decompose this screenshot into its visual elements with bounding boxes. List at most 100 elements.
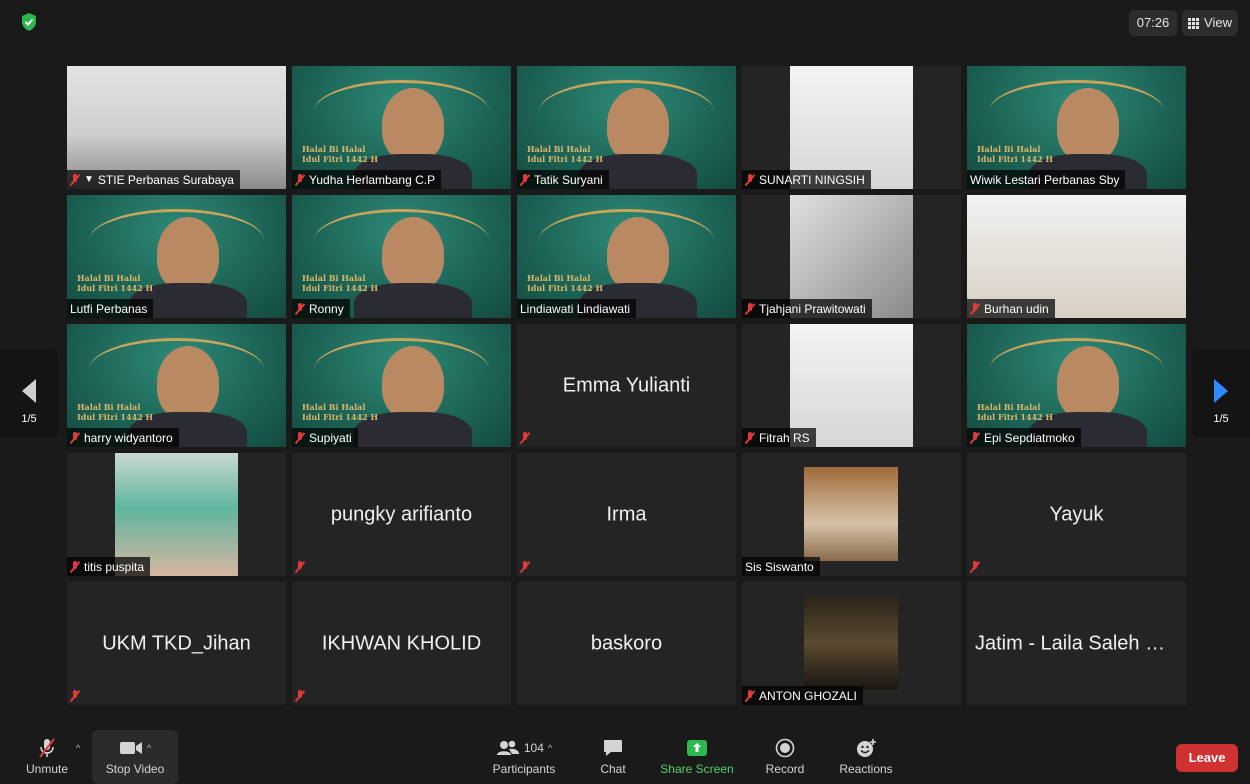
record-icon: [775, 738, 795, 758]
gallery-grid: ▼STIE Perbanas Surabaya Yudha Herlambang …: [67, 66, 1186, 707]
participant-display-name: Yayuk: [1049, 503, 1104, 525]
participant-name-tag: ANTON GHOZALI: [742, 686, 863, 705]
participant-name: Lutfi Perbanas: [70, 301, 148, 316]
participant-tile[interactable]: pungky arifianto: [292, 453, 511, 576]
stop-video-button[interactable]: ^ Stop Video: [92, 730, 178, 784]
participants-button[interactable]: 104 ^ Participants: [476, 730, 572, 784]
chat-label: Chat: [600, 762, 626, 776]
participant-name-tag: Lindiawati Lindiawati: [517, 299, 637, 318]
participant-figure: [607, 88, 669, 162]
participant-body: [354, 412, 472, 447]
participant-name-tag: titis puspita: [67, 557, 151, 576]
participant-display-name: Jatim - Laila Saleh M...: [975, 632, 1179, 654]
share-screen-button[interactable]: Share Screen: [656, 730, 738, 784]
participant-name-tag: Tatik Suryani: [517, 170, 609, 189]
participant-name: harry widyantoro: [84, 430, 173, 445]
record-button[interactable]: Record: [758, 730, 812, 784]
participant-name-tag: Burhan udin: [967, 299, 1055, 318]
participant-status: [517, 428, 536, 447]
participant-figure: [157, 346, 219, 420]
participant-name: Tatik Suryani: [534, 172, 603, 187]
view-button[interactable]: View: [1182, 10, 1238, 36]
participant-name-tag: harry widyantoro: [67, 428, 179, 447]
reactions-label: Reactions: [839, 762, 893, 776]
microphone-muted-icon: [295, 560, 305, 573]
participant-tile[interactable]: Jatim - Laila Saleh M...: [967, 582, 1186, 705]
participant-tile[interactable]: Lutfi Perbanas: [67, 195, 286, 318]
next-page-button[interactable]: 1/5: [1192, 349, 1250, 437]
participant-name: SUNARTI NINGSIH: [759, 172, 865, 187]
microphone-muted-icon: [520, 173, 530, 186]
emoji-reaction-icon: [857, 739, 876, 757]
unmute-button[interactable]: Unmute: [20, 730, 74, 784]
participant-tile[interactable]: Supiyati: [292, 324, 511, 447]
microphone-muted-icon: [70, 560, 80, 573]
participant-name-tag: Fitrah RS: [742, 428, 816, 447]
microphone-muted-icon: [520, 560, 530, 573]
participant-tile[interactable]: Tjahjani Prawitowati: [742, 195, 961, 318]
chat-button[interactable]: Chat: [590, 730, 636, 784]
previous-page-button[interactable]: 1/5: [0, 349, 58, 437]
participant-tile[interactable]: Emma Yulianti: [517, 324, 736, 447]
participant-tile[interactable]: Yudha Herlambang C.P: [292, 66, 511, 189]
participant-video-feed: [804, 467, 898, 561]
microphone-muted-icon: [39, 738, 55, 758]
participant-tile[interactable]: Lindiawati Lindiawati: [517, 195, 736, 318]
participant-figure: [157, 217, 219, 291]
participant-status: [292, 557, 311, 576]
participant-figure: [1057, 346, 1119, 420]
participant-name: Burhan udin: [984, 301, 1049, 316]
participant-name: Ronny: [309, 301, 344, 316]
participant-tile[interactable]: baskoro: [517, 582, 736, 705]
participant-tile[interactable]: ▼ STIE Perbanas Surabaya: [67, 66, 286, 189]
participant-figure: [382, 217, 444, 291]
participant-tile[interactable]: harry widyantoro: [67, 324, 286, 447]
page-indicator-left: 1/5: [21, 413, 37, 425]
participant-name-tag: Lutfi Perbanas: [67, 299, 154, 318]
participant-figure: [607, 217, 669, 291]
participant-status: [517, 557, 536, 576]
chevron-up-icon[interactable]: ^: [147, 743, 151, 753]
participant-tile[interactable]: Irma: [517, 453, 736, 576]
participant-name: Lindiawati Lindiawati: [520, 301, 631, 316]
participant-name-tag: Wiwik Lestari Perbanas Sby: [967, 170, 1126, 189]
participant-status: [67, 686, 86, 705]
microphone-muted-icon: [70, 173, 80, 186]
participant-tile[interactable]: Tatik Suryani: [517, 66, 736, 189]
participant-tile[interactable]: UKM TKD_Jihan: [67, 582, 286, 705]
participant-display-name: IKHWAN KHOLID: [321, 632, 482, 654]
arrow-right-icon: [1214, 379, 1228, 403]
participant-status: [967, 557, 986, 576]
participant-tile[interactable]: Wiwik Lestari Perbanas Sby: [967, 66, 1186, 189]
chevron-up-icon[interactable]: ^: [548, 743, 552, 753]
participant-display-name: pungky arifianto: [330, 503, 473, 525]
view-button-label: View: [1204, 15, 1232, 30]
pin-icon: ▼: [84, 174, 94, 185]
participant-tile[interactable]: Epi Sepdiatmoko: [967, 324, 1186, 447]
participant-name-tag: ▼ STIE Perbanas Surabaya: [67, 170, 240, 189]
unmute-label: Unmute: [25, 762, 69, 776]
participant-video-feed: [804, 596, 898, 690]
chat-bubble-icon: [604, 740, 622, 756]
participant-tile[interactable]: Ronny: [292, 195, 511, 318]
participant-figure: [1057, 88, 1119, 162]
participant-tile[interactable]: Sis Siswanto: [742, 453, 961, 576]
stop-video-label: Stop Video: [105, 762, 165, 776]
leave-button[interactable]: Leave: [1176, 744, 1238, 772]
participant-tile[interactable]: IKHWAN KHOLID: [292, 582, 511, 705]
participant-tile[interactable]: Fitrah RS: [742, 324, 961, 447]
participant-tile[interactable]: Yayuk: [967, 453, 1186, 576]
participants-label: Participants: [492, 762, 556, 776]
audio-options-caret[interactable]: ^: [70, 730, 86, 784]
reactions-button[interactable]: Reactions: [834, 730, 898, 784]
participant-display-name: Irma: [606, 503, 647, 525]
security-shield-icon[interactable]: [20, 12, 38, 32]
microphone-muted-icon: [745, 302, 755, 315]
participant-tile[interactable]: titis puspita: [67, 453, 286, 576]
participant-tile[interactable]: SUNARTI NINGSIH: [742, 66, 961, 189]
microphone-muted-icon: [970, 302, 980, 315]
grid-view-icon: [1188, 17, 1200, 29]
participant-tile[interactable]: ANTON GHOZALI: [742, 582, 961, 705]
participant-name: ANTON GHOZALI: [759, 688, 857, 703]
participant-tile[interactable]: Burhan udin: [967, 195, 1186, 318]
